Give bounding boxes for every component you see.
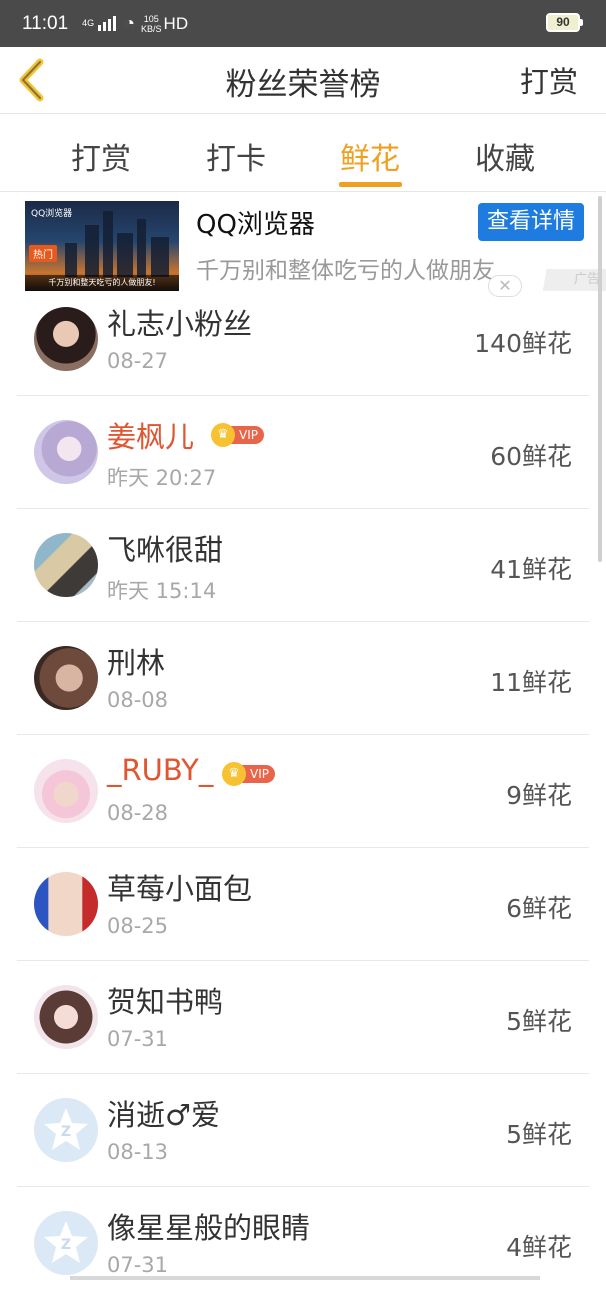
list-item[interactable]: Z 消逝♂爱 08-13 5鲜花 <box>0 1074 606 1187</box>
network-type: 4G <box>82 18 95 28</box>
fan-date: 08-13 <box>107 1140 169 1164</box>
fan-name: 刑林 <box>107 646 166 680</box>
fan-date: 07-31 <box>107 1253 169 1277</box>
fan-name: 消逝♂爱 <box>107 1098 220 1132</box>
list-item[interactable]: Z 像星星般的眼睛 07-31 4鲜花 <box>0 1187 606 1300</box>
fan-date: 07-31 <box>107 1027 169 1051</box>
fan-name: 礼志小粉丝 <box>107 307 253 341</box>
list-item[interactable]: 姜枫儿 ♛ VIP 昨天 20:27 60鲜花 <box>0 396 606 509</box>
ad-image-logo: QQ浏览器 <box>31 209 73 219</box>
fan-date: 08-27 <box>107 349 169 373</box>
avatar[interactable] <box>34 646 98 710</box>
fan-date: 08-28 <box>107 801 169 825</box>
battery-level: 90 <box>556 15 570 29</box>
fan-date: 昨天 20:27 <box>107 466 217 490</box>
list-item[interactable]: _RUBY_ ♛ VIP 08-28 9鲜花 <box>0 735 606 848</box>
crown-icon: ♛ <box>211 423 235 447</box>
avatar[interactable]: Z <box>34 1211 98 1275</box>
tab-checkin[interactable]: 打卡 <box>176 134 296 178</box>
avatar[interactable] <box>34 420 98 484</box>
fan-name: 贺知书鸭 <box>107 985 224 1019</box>
flower-count: 5鲜花 <box>506 1007 572 1036</box>
ad-title: QQ浏览器 <box>196 210 315 240</box>
fan-date: 08-08 <box>107 688 169 712</box>
default-avatar-star-icon: Z <box>44 1108 88 1150</box>
tab-favorites[interactable]: 收藏 <box>445 134 565 178</box>
ad-image[interactable]: QQ浏览器 热门 千万别和整天吃亏的人做朋友! <box>25 201 179 291</box>
ad-description: 千万别和整体吃亏的人做朋友 <box>196 258 495 284</box>
crown-icon: ♛ <box>222 762 246 786</box>
avatar[interactable] <box>34 985 98 1049</box>
header: 粉丝荣誉榜 打赏 <box>0 47 606 114</box>
list-item[interactable]: 刑林 08-08 11鲜花 <box>0 622 606 735</box>
fan-name: _RUBY_ <box>107 753 214 787</box>
avatar[interactable] <box>34 533 98 597</box>
wifi-icon: ◔ <box>124 13 136 33</box>
flower-count: 41鲜花 <box>490 555 572 584</box>
list-item[interactable]: 礼志小粉丝 08-27 140鲜花 <box>0 283 606 396</box>
fan-name: 草莓小面包 <box>107 872 253 906</box>
fan-date: 昨天 15:14 <box>107 579 217 603</box>
scrollbar[interactable] <box>598 196 602 562</box>
vip-badge: ♛ VIP <box>222 762 275 786</box>
avatar[interactable] <box>34 872 98 936</box>
flower-count: 11鲜花 <box>490 668 572 697</box>
signal-icon <box>98 16 117 31</box>
bottom-edge-bar <box>70 1276 540 1280</box>
svg-text:Z: Z <box>61 1124 71 1140</box>
flower-count: 60鲜花 <box>490 442 572 471</box>
fan-date: 08-25 <box>107 914 169 938</box>
network-speed: 105 KB/S <box>141 14 162 34</box>
reward-button[interactable]: 打赏 <box>520 59 578 101</box>
hd-indicator: HD <box>163 13 189 33</box>
battery-icon: 90 <box>546 13 583 32</box>
list-item[interactable]: 飞咻很甜 昨天 15:14 41鲜花 <box>0 509 606 622</box>
ad-banner[interactable]: QQ浏览器 热门 千万别和整天吃亏的人做朋友! QQ浏览器 千万别和整体吃亏的人… <box>0 193 606 297</box>
avatar[interactable]: Z <box>34 1098 98 1162</box>
flower-count: 4鲜花 <box>506 1233 572 1262</box>
status-bar: 11:01 4G ◔ 105 KB/S HD 90 <box>0 0 606 47</box>
flower-count: 9鲜花 <box>506 781 572 810</box>
tab-reward[interactable]: 打赏 <box>41 134 161 178</box>
flower-count: 5鲜花 <box>506 1120 572 1149</box>
avatar[interactable] <box>34 759 98 823</box>
page-title: 粉丝荣誉榜 <box>225 67 381 103</box>
tab-bar: 打赏 打卡 鲜花 收藏 <box>0 114 606 192</box>
active-tab-indicator <box>339 182 402 187</box>
tab-flowers[interactable]: 鲜花 <box>310 134 430 178</box>
status-time: 11:01 <box>22 12 69 34</box>
fan-name: 飞咻很甜 <box>107 533 224 567</box>
hot-badge: 热门 <box>29 245 57 262</box>
default-avatar-star-icon: Z <box>44 1221 88 1263</box>
fan-name: 姜枫儿 <box>107 420 195 454</box>
speed-value: 105 <box>143 13 159 24</box>
speed-unit: KB/S <box>141 23 162 34</box>
avatar[interactable] <box>34 307 98 371</box>
fan-name: 像星星般的眼睛 <box>107 1211 311 1245</box>
flower-count: 6鲜花 <box>506 894 572 923</box>
list-item[interactable]: 草莓小面包 08-25 6鲜花 <box>0 848 606 961</box>
list-item[interactable]: 贺知书鸭 07-31 5鲜花 <box>0 961 606 1074</box>
view-details-button[interactable]: 查看详情 <box>478 203 584 241</box>
vip-badge: ♛ VIP <box>211 423 264 447</box>
flower-count: 140鲜花 <box>474 329 572 358</box>
svg-text:Z: Z <box>61 1237 71 1253</box>
